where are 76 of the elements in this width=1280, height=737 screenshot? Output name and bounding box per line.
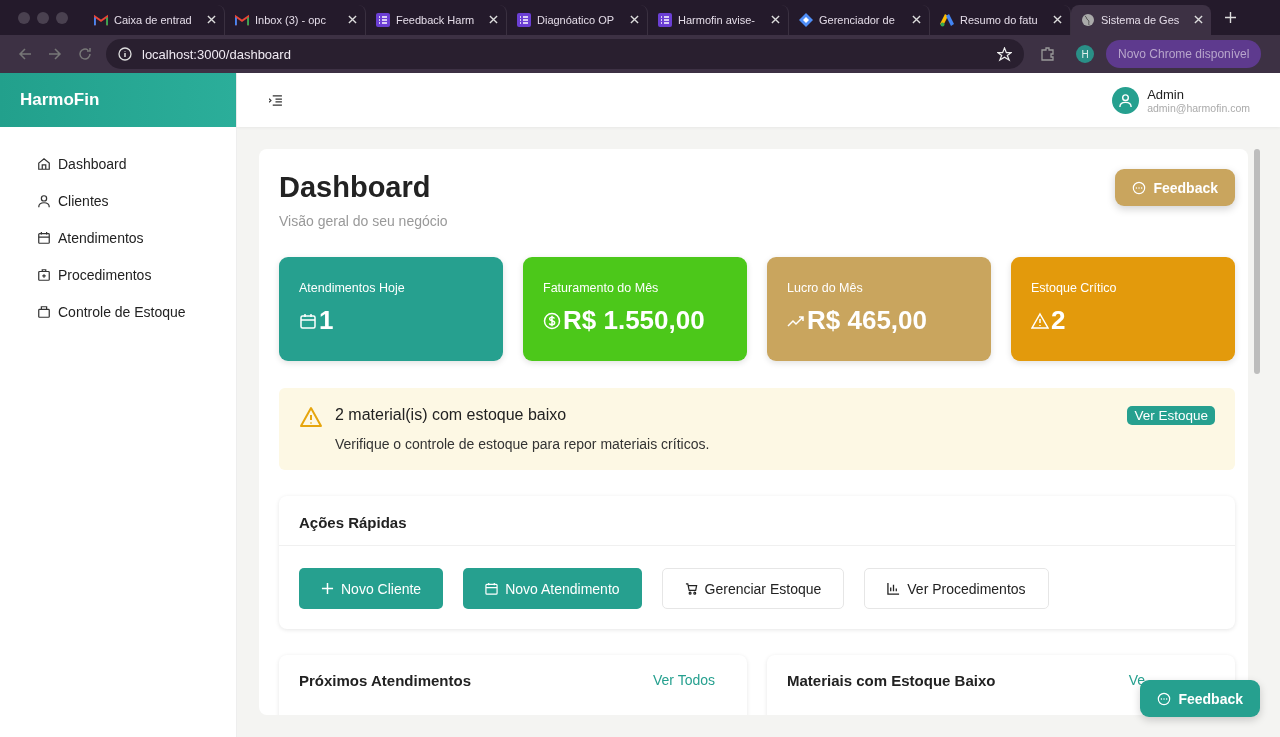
mail-icon (94, 12, 108, 27)
stat-label: Estoque Crítico (1031, 281, 1118, 295)
close-icon[interactable] (347, 15, 357, 24)
update-button[interactable]: Novo Chrome disponível (1106, 40, 1262, 68)
sidebar-item[interactable]: Atendimentos (0, 219, 144, 256)
section-title: Ações Rápidas (299, 514, 407, 531)
dollar-icon (543, 311, 561, 330)
new-tab-icon[interactable] (1225, 12, 1236, 23)
browser-tab[interactable]: Feedback Harm (366, 4, 507, 35)
close-icon[interactable] (770, 15, 780, 24)
calendar-icon (37, 230, 51, 245)
stat-label: Lucro do Mês (787, 281, 864, 295)
browser-tab[interactable]: Caixa de entrad (84, 4, 225, 35)
chat-icon (1132, 180, 1147, 195)
user-name: Admin (1147, 86, 1185, 102)
browser-tab[interactable]: Harmofin avise- (648, 4, 789, 35)
close-icon[interactable] (206, 15, 216, 24)
browser-tab[interactable]: Gerenciador de (789, 4, 930, 35)
alert-title: 2 material(is) com estoque baixo (335, 406, 568, 424)
close-icon[interactable] (1193, 15, 1203, 24)
quick-action-button[interactable]: Gerenciar Estoque (661, 568, 845, 609)
bag-icon (37, 304, 51, 319)
alert-message: Verifique o controle de estoque para repor materiais críticos. (335, 436, 711, 452)
page-title: Dashboard (279, 171, 432, 204)
mail-icon (235, 12, 249, 27)
stat-value: R$ 1.550,00 (563, 305, 705, 336)
diamond-icon (799, 12, 813, 27)
globe-icon (1081, 12, 1095, 27)
warning-icon (299, 406, 323, 428)
panel-title: Próximos Atendimentos (299, 672, 471, 689)
chat-icon (1157, 691, 1172, 706)
info-icon (118, 47, 132, 61)
stat-label: Atendimentos Hoje (299, 281, 406, 295)
reload-icon[interactable] (78, 47, 92, 61)
scrollbar[interactable] (1254, 149, 1260, 374)
kit-icon (37, 267, 51, 282)
user-icon (1118, 92, 1134, 108)
close-icon[interactable] (911, 15, 921, 24)
plus-icon (321, 582, 334, 595)
stat-value: 2 (1051, 305, 1066, 336)
user-email: admin@harmofin.com (1147, 101, 1250, 114)
triangle-logo-icon (940, 12, 954, 27)
stat-value: R$ 465,00 (807, 305, 927, 336)
sidebar-item[interactable]: Controle de Estoque (0, 293, 186, 330)
forward-icon[interactable] (48, 47, 62, 61)
close-icon[interactable] (629, 15, 639, 24)
list-icon (658, 12, 672, 27)
page-subtitle: Visão geral do seu negócio (279, 213, 448, 229)
list-icon (517, 12, 531, 27)
user-avatar[interactable] (1112, 86, 1140, 114)
home-icon (37, 156, 51, 171)
close-icon[interactable] (488, 15, 498, 24)
panel-title: Materiais com Estoque Baixo (787, 672, 996, 689)
user-icon (37, 193, 51, 208)
browser-tab[interactable]: Sistema de Ges (1071, 4, 1211, 35)
back-icon[interactable] (18, 47, 32, 61)
brand-name: HarmoFin (20, 90, 100, 110)
address-bar[interactable]: localhost:3000/dashboard (106, 39, 1024, 69)
puzzle-icon[interactable] (1040, 46, 1056, 62)
stat-label: Faturamento do Mês (543, 281, 660, 295)
cart-icon (684, 582, 698, 595)
bar-chart-icon (887, 582, 901, 595)
calendar-icon (299, 311, 317, 330)
sidebar-item[interactable]: Clientes (0, 182, 109, 219)
quick-action-button[interactable]: Ver Procedimentos (864, 568, 1049, 609)
close-icon[interactable] (1052, 15, 1062, 24)
browser-tab[interactable]: Diagnóatico OP (507, 4, 648, 35)
warning-icon (1031, 311, 1049, 330)
browser-tab[interactable]: Inbox (3) - opc (225, 4, 366, 35)
sidebar-item[interactable]: Dashboard (0, 145, 127, 182)
sidebar-item[interactable]: Procedimentos (0, 256, 152, 293)
stat-value: 1 (319, 305, 334, 336)
star-icon[interactable] (997, 46, 1012, 62)
menu-icon[interactable] (269, 94, 282, 106)
calendar-icon (485, 582, 499, 595)
list-icon (376, 12, 390, 27)
